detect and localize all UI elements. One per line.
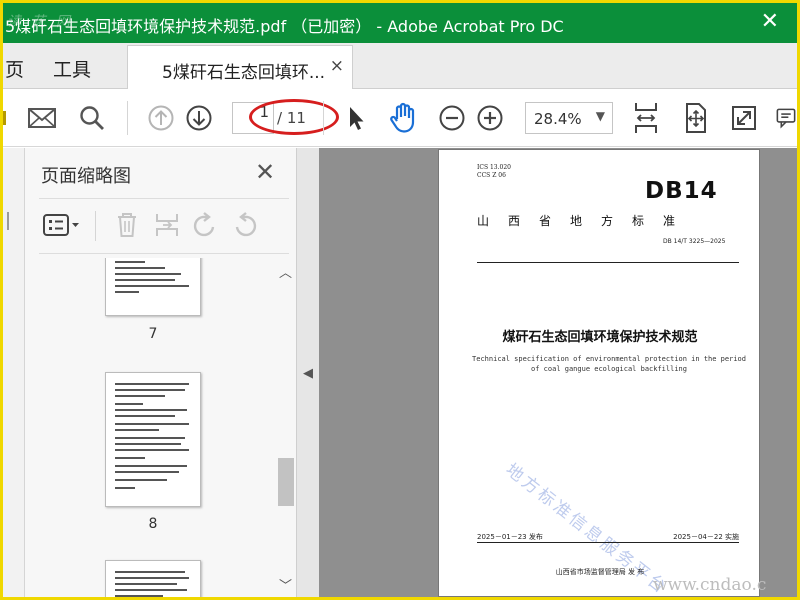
thumbnail-page-9[interactable]: [105, 560, 201, 597]
expand-icon: [732, 106, 756, 130]
publish-date: 2025－01－23 发布: [477, 533, 543, 541]
panel-separator: [95, 211, 96, 241]
db-mark: DB14: [645, 178, 718, 204]
document-title-en: Technical specification of environmental…: [472, 355, 746, 373]
footer-rule: [477, 542, 739, 543]
rotate-left-icon: [193, 212, 215, 237]
list-options-icon: [43, 214, 79, 236]
scrollbar-thumb[interactable]: [278, 458, 294, 506]
rotate-right-button[interactable]: [229, 209, 261, 241]
left-tool-strip: [3, 148, 25, 597]
rotate-left-button[interactable]: [189, 209, 221, 241]
search-button[interactable]: [75, 101, 109, 135]
tab-document-label: 5煤矸石生态回填环...: [162, 63, 326, 83]
fit-width-icon: [635, 103, 657, 133]
main-toolbar: 1 / 11 28.4% ▼: [3, 89, 797, 147]
toolbar-edge-marker: [3, 111, 6, 125]
thumbnail-label: 8: [148, 516, 158, 532]
trash-icon: [118, 213, 136, 237]
chevron-down-icon: ▼: [595, 109, 605, 123]
thumbnail-list: 7 8: [39, 258, 295, 597]
panel-toolbar: [39, 198, 289, 254]
toolbar-separator: [323, 101, 324, 135]
scroll-up-icon[interactable]: ︿: [279, 262, 292, 281]
header-rule: [477, 262, 739, 263]
ccs-code: CCS Z 06: [477, 172, 506, 179]
thumbnail-page-7[interactable]: [105, 258, 201, 316]
tab-tools[interactable]: 工具: [53, 55, 91, 82]
tab-document[interactable]: 5煤矸石生态回填环... ×: [127, 45, 353, 89]
select-tool-button[interactable]: [339, 101, 373, 135]
panel-close-button[interactable]: ✕: [255, 158, 275, 186]
panel-collapse-handle[interactable]: ◀: [297, 148, 319, 597]
rotate-right-icon: [235, 212, 257, 237]
thumbnail-options-button[interactable]: [41, 209, 83, 241]
title-bar: 读 花 网 5煤矸石生态回填环境保护技术规范.pdf （已加密） - Adobe…: [3, 3, 797, 43]
fit-page-icon: [686, 103, 706, 133]
toolbar-separator: [127, 101, 128, 135]
hand-icon: [390, 102, 415, 133]
tab-home[interactable]: 页: [5, 55, 24, 82]
chevron-left-icon: ◀: [303, 366, 313, 381]
comment-tool-button[interactable]: [775, 101, 797, 135]
site-watermark: www.cndao.c: [653, 575, 767, 595]
pdf-page: ICS 13.020 CCS Z 06 DB14 山西省地方标准 DB 14/T…: [438, 149, 760, 597]
minus-circle-icon: [439, 105, 465, 131]
extract-icon: [156, 214, 178, 236]
next-page-button[interactable]: [182, 101, 216, 135]
strip-marker: [7, 212, 9, 230]
search-icon: [80, 106, 104, 130]
fit-width-button[interactable]: [629, 101, 663, 135]
scroll-down-icon[interactable]: ﹀: [279, 575, 292, 594]
red-annotation-circle: [249, 99, 339, 135]
document-title-cn: 煤矸石生态回填环境保护技术规范: [502, 330, 698, 345]
zoom-level-value: 28.4%: [534, 110, 582, 128]
zoom-out-button[interactable]: [435, 101, 469, 135]
standard-number: DB 14/T 3225—2025: [663, 238, 726, 245]
delete-pages-button[interactable]: [111, 209, 143, 241]
cursor-arrow-icon: [350, 107, 364, 130]
previous-page-button[interactable]: [144, 101, 178, 135]
envelope-icon: [28, 108, 56, 128]
tab-close-button[interactable]: ×: [330, 56, 344, 76]
page-thumbnails-panel: 页面缩略图 ✕ 7 8 ︿ ﹀: [25, 148, 297, 597]
zoom-in-button[interactable]: [473, 101, 507, 135]
email-button[interactable]: [25, 101, 59, 135]
implement-date: 2025－04－22 实施: [673, 533, 739, 541]
thumbnail-page-8[interactable]: [105, 372, 201, 507]
thumbnail-scrollbar[interactable]: ︿ ﹀: [277, 258, 295, 596]
full-screen-button[interactable]: [727, 101, 761, 135]
ics-code: ICS 13.020: [477, 164, 511, 171]
arrow-down-circle-icon: [186, 105, 212, 131]
tab-bar: 页 工具 5煤矸石生态回填环... ×: [3, 43, 797, 89]
comment-icon: [776, 108, 796, 129]
document-view[interactable]: ICS 13.020 CCS Z 06 DB14 山西省地方标准 DB 14/T…: [319, 148, 797, 597]
thumbnail-label: 7: [148, 326, 158, 342]
extract-pages-button[interactable]: [151, 209, 183, 241]
plus-circle-icon: [477, 105, 503, 131]
window-title: 5煤矸石生态回填环境保护技术规范.pdf （已加密） - Adobe Acrob…: [5, 17, 564, 36]
page-ics-block: ICS 13.020 CCS Z 06: [477, 164, 511, 180]
panel-title: 页面缩略图: [41, 166, 131, 187]
zoom-level-select[interactable]: 28.4% ▼: [525, 102, 613, 134]
acrobat-window: 读 花 网 5煤矸石生态回填环境保护技术规范.pdf （已加密） - Adobe…: [3, 3, 797, 597]
arrow-up-circle-icon: [148, 105, 174, 131]
fit-page-button[interactable]: [679, 101, 713, 135]
window-close-button[interactable]: ✕: [761, 9, 779, 34]
hand-tool-button[interactable]: [386, 101, 420, 135]
province-standard-heading: 山西省地方标准: [477, 214, 695, 228]
